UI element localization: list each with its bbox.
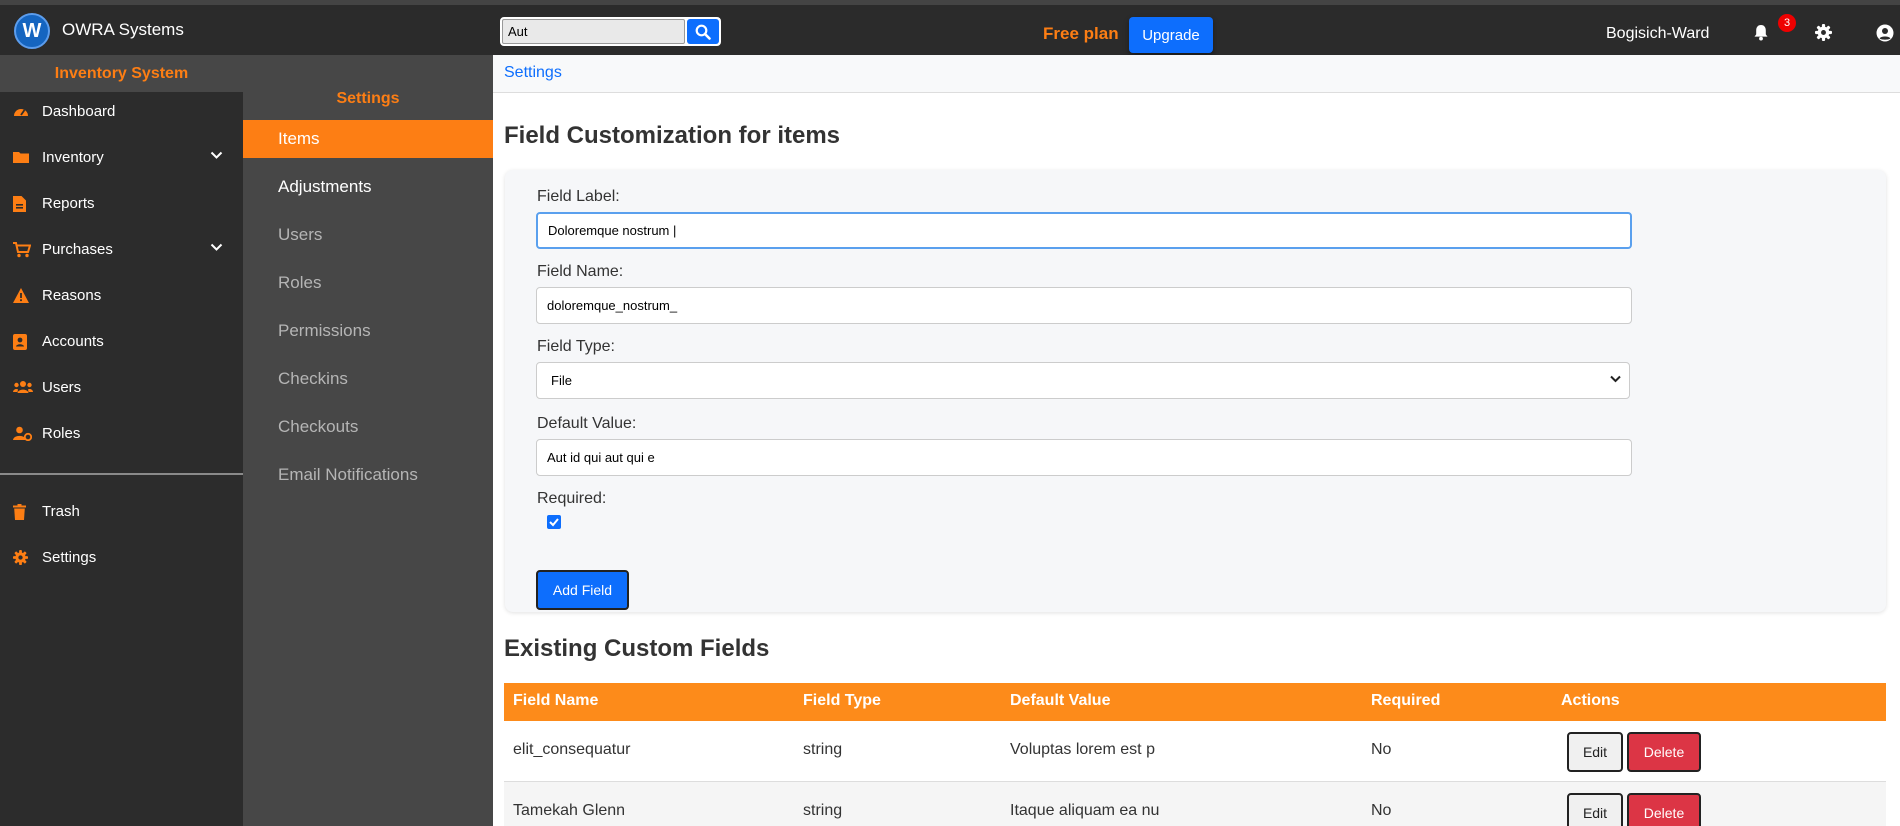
chevron-down-icon (210, 243, 223, 251)
company-name[interactable]: Bogisich-Ward (1606, 25, 1709, 43)
sidebar-item-reasons[interactable]: Reasons (0, 276, 243, 316)
cell-default-value: Itaque aliquam ea nu (1010, 802, 1160, 819)
submenu-title: Settings (336, 90, 400, 107)
cell-required: No (1371, 802, 1392, 819)
section-title: Existing Custom Fields (504, 635, 770, 662)
sidebar-item-purchases[interactable]: Purchases (0, 230, 243, 270)
sidebar-item-label: Reports (42, 195, 95, 212)
column-header: Field Name (513, 692, 599, 709)
cell-field-name: elit_consequatur (513, 741, 631, 758)
cart-icon (13, 242, 31, 258)
checkmark-icon (549, 518, 559, 527)
edit-button[interactable]: Edit (1567, 732, 1623, 772)
cell-default-value: Voluptas lorem est p (1010, 741, 1155, 758)
submenu-item-checkouts[interactable]: Checkouts (243, 408, 493, 446)
chevron-down-icon (210, 151, 223, 159)
sidebar-title: Inventory System (0, 55, 243, 92)
column-header: Default Value (1010, 692, 1111, 709)
sidebar-item-inventory[interactable]: Inventory (0, 138, 243, 178)
table-row: Tamekah Glenn string Itaque aliquam ea n… (504, 782, 1886, 826)
sidebar-item-label: Settings (42, 549, 97, 566)
sidebar-item-label: Accounts (42, 333, 104, 350)
gauge-icon (14, 109, 28, 116)
sidebar-item-accounts[interactable]: Accounts (0, 322, 243, 362)
table-header: Field Name Field Type Default Value Requ… (504, 683, 1886, 721)
sidebar-item-label: Purchases (42, 241, 113, 258)
submenu-item-email-notifications[interactable]: Email Notifications (243, 456, 493, 494)
gear-icon (13, 550, 28, 565)
sidebar: Inventory System Dashboard Inventory Rep… (0, 55, 243, 826)
gear-icon[interactable] (1815, 24, 1832, 41)
top-navbar: W OWRA Systems Free plan Upgrade Bogisic… (0, 0, 1900, 55)
chevron-down-icon (1610, 375, 1621, 383)
search-button[interactable] (687, 19, 719, 44)
field-type-label: Field Type: (537, 338, 615, 355)
sidebar-item-label: Reasons (42, 287, 102, 304)
field-form: Field Label: Field Name: Field Type: Fil… (505, 170, 1886, 612)
required-label: Required: (537, 490, 607, 507)
file-icon (13, 196, 26, 212)
submenu-item-adjustments[interactable]: Adjustments (243, 168, 493, 206)
bell-icon[interactable] (1753, 24, 1769, 41)
delete-button[interactable]: Delete (1627, 793, 1701, 826)
search-icon (695, 24, 711, 40)
sidebar-divider (0, 473, 243, 475)
breadcrumb: Settings (493, 55, 1900, 93)
field-label-label: Field Label: (537, 188, 620, 205)
field-label-input[interactable] (536, 212, 1632, 249)
upgrade-button[interactable]: Upgrade (1129, 17, 1213, 53)
field-name-label: Field Name: (537, 263, 624, 280)
main-content: Settings Field Customization for items F… (493, 55, 1900, 826)
settings-submenu: Settings Items Adjustments Users Roles P… (243, 55, 493, 826)
trash-icon (13, 504, 26, 520)
users-icon (13, 381, 33, 393)
cell-field-type: string (803, 741, 843, 758)
folder-icon (13, 152, 29, 163)
sidebar-item-label: Trash (42, 503, 80, 520)
plan-label: Free plan (1043, 24, 1119, 43)
field-type-select[interactable]: File (536, 362, 1630, 399)
edit-button[interactable]: Edit (1567, 793, 1623, 826)
submenu-item-roles[interactable]: Roles (243, 264, 493, 302)
default-value-input[interactable] (536, 439, 1632, 476)
user-gear-icon (13, 426, 32, 441)
column-header: Required (1371, 692, 1441, 709)
cell-field-type: string (803, 802, 843, 819)
add-field-button[interactable]: Add Field (536, 570, 629, 610)
column-header: Actions (1561, 692, 1620, 709)
sidebar-item-label: Roles (42, 425, 81, 442)
sidebar-item-reports[interactable]: Reports (0, 184, 243, 224)
submenu-item-users[interactable]: Users (243, 216, 493, 254)
required-checkbox[interactable] (547, 515, 561, 529)
user-circle-icon[interactable] (1876, 24, 1894, 42)
delete-button[interactable]: Delete (1627, 732, 1701, 772)
cell-field-name: Tamekah Glenn (513, 802, 626, 819)
submenu-item-permissions[interactable]: Permissions (243, 312, 493, 350)
sidebar-item-label: Dashboard (42, 103, 116, 120)
page-title: Field Customization for items (504, 122, 841, 149)
logo-icon[interactable]: W (14, 13, 50, 49)
sidebar-item-label: Users (42, 379, 82, 396)
breadcrumb-settings-link[interactable]: Settings (504, 64, 562, 82)
address-book-icon (13, 334, 27, 350)
default-value-label: Default Value: (537, 415, 637, 432)
warning-icon (13, 288, 29, 303)
field-type-value: File (551, 373, 572, 388)
sidebar-item-label: Inventory (42, 149, 104, 166)
search-input[interactable] (502, 19, 685, 44)
submenu-item-checkins[interactable]: Checkins (243, 360, 493, 398)
field-name-input[interactable] (536, 287, 1632, 324)
sidebar-item-roles[interactable]: Roles (0, 414, 243, 454)
submenu-item-items[interactable]: Items (243, 120, 493, 158)
table-row: elit_consequatur string Voluptas lorem e… (504, 721, 1886, 782)
sidebar-item-settings[interactable]: Settings (0, 538, 243, 578)
column-header: Field Type (803, 692, 881, 709)
sidebar-item-users[interactable]: Users (0, 368, 243, 408)
notification-badge: 3 (1778, 14, 1796, 32)
brand-name[interactable]: OWRA Systems (62, 20, 184, 40)
sidebar-item-dashboard[interactable]: Dashboard (0, 92, 243, 132)
cell-required: No (1371, 741, 1392, 758)
sidebar-item-trash[interactable]: Trash (0, 492, 243, 532)
search-box (500, 17, 721, 46)
